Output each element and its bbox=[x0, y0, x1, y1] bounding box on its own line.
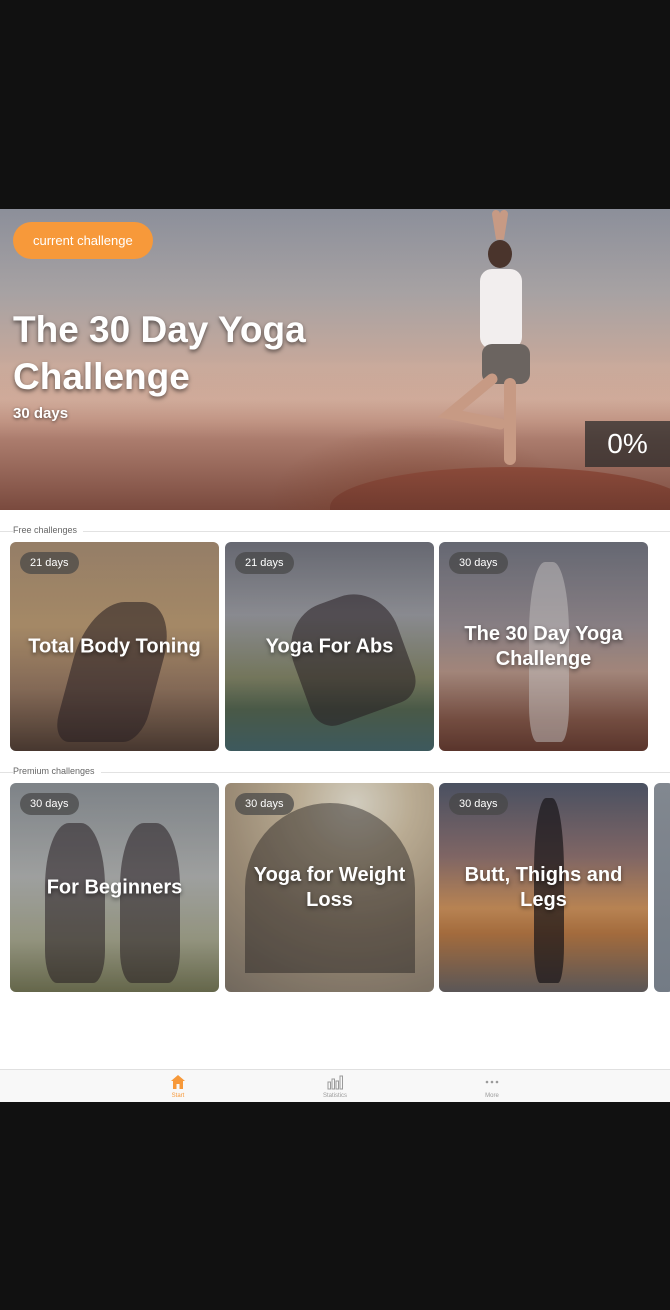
hero-title: The 30 Day Yoga Challenge bbox=[13, 309, 306, 397]
card-duration-badge: 21 days bbox=[235, 552, 294, 574]
tab-statistics[interactable]: Statistics bbox=[295, 1070, 375, 1102]
tab-label: More bbox=[485, 1093, 499, 1099]
free-challenge-card[interactable]: 21 days Yoga For Abs bbox=[225, 542, 434, 751]
free-challenge-card[interactable]: 21 days Total Body Toning bbox=[10, 542, 219, 751]
card-title: Yoga For Abs bbox=[265, 635, 394, 657]
card-title: Yoga for Weight Loss bbox=[253, 863, 406, 911]
card-title: Butt, Thighs and Legs bbox=[464, 863, 623, 911]
tab-start[interactable]: Start bbox=[138, 1070, 218, 1102]
tab-label: Statistics bbox=[322, 1093, 347, 1099]
premium-challenge-card[interactable]: 30 days Butt, Thighs and Legs bbox=[439, 783, 648, 992]
hero-progress: 0% bbox=[585, 421, 670, 467]
premium-challenge-card[interactable]: 30 days Yoga for Weight Loss bbox=[225, 783, 434, 992]
hero-duration: 30 days bbox=[13, 405, 69, 422]
current-challenge-hero[interactable]: current challenge The 30 Day Yoga Challe… bbox=[0, 209, 670, 510]
free-section-divider bbox=[0, 531, 670, 532]
app-screen: current challenge The 30 Day Yoga Challe… bbox=[0, 209, 670, 1102]
card-title: For Beginners bbox=[46, 876, 183, 898]
tab-label: Start bbox=[171, 1093, 185, 1099]
tab-more[interactable]: More bbox=[452, 1070, 532, 1102]
yoga-figure-illustration bbox=[437, 210, 530, 465]
bar-chart-icon bbox=[327, 1075, 343, 1090]
free-challenge-card[interactable]: 30 days The 30 Day Yoga Challenge bbox=[439, 542, 648, 751]
card-duration-badge: 30 days bbox=[235, 793, 294, 815]
card-duration-badge: 21 days bbox=[20, 552, 79, 574]
premium-section-label: Premium challenges bbox=[13, 766, 101, 776]
more-dots-icon bbox=[485, 1080, 499, 1084]
card-duration-badge: 30 days bbox=[449, 793, 508, 815]
card-title: Total Body Toning bbox=[28, 635, 201, 657]
current-challenge-badge[interactable]: current challenge bbox=[13, 222, 153, 259]
home-icon bbox=[171, 1075, 185, 1089]
premium-challenge-card-peek[interactable] bbox=[654, 783, 670, 992]
card-duration-badge: 30 days bbox=[449, 552, 508, 574]
card-overlay bbox=[654, 783, 670, 992]
card-title: The 30 Day Yoga Challenge bbox=[464, 622, 623, 670]
card-duration-badge: 30 days bbox=[20, 793, 79, 815]
bottom-tab-bar: Start Statistics More bbox=[0, 1069, 670, 1102]
free-section-label: Free challenges bbox=[13, 525, 84, 535]
premium-challenge-card[interactable]: 30 days For Beginners bbox=[10, 783, 219, 992]
